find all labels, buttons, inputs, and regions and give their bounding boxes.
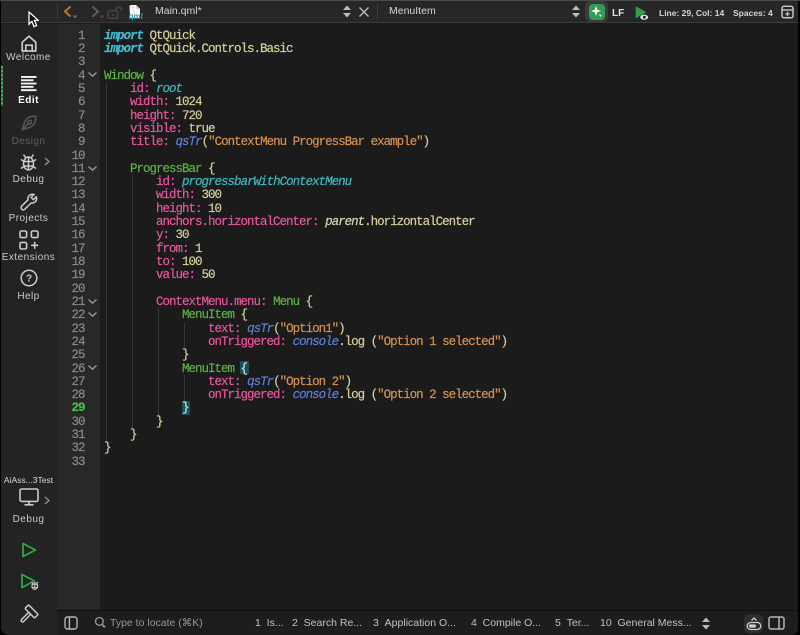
svg-text:?: ? [26,274,32,285]
svg-text:qml: qml [129,12,143,21]
